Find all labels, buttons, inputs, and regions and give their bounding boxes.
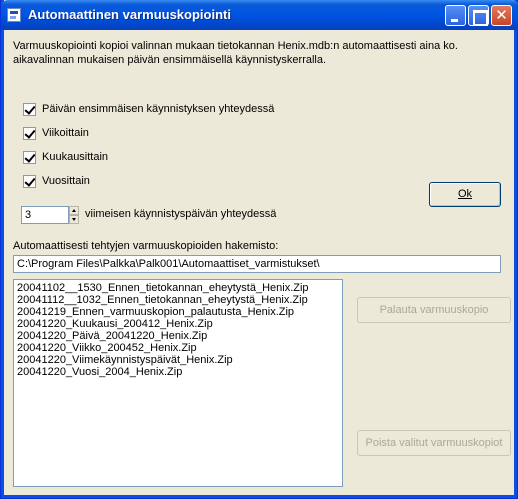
backup-directory-label: Automaattisesti tehtyjen varmuuskopioide… bbox=[13, 240, 279, 252]
checkbox-checked-icon[interactable] bbox=[23, 103, 36, 116]
list-item[interactable]: 20041220_Viimekäynnistyspäivät_Henix.Zip bbox=[17, 354, 339, 366]
delete-selected-backups-button[interactable]: Poista valitut varmuuskopiot bbox=[357, 430, 511, 456]
checkbox-label: Vuosittain bbox=[42, 175, 90, 187]
days-spinner[interactable]: 3 bbox=[21, 206, 79, 224]
list-item[interactable]: 20041220_Vuosi_2004_Henix.Zip bbox=[17, 366, 339, 378]
checkbox-checked-icon[interactable] bbox=[23, 175, 36, 188]
title-bar[interactable]: Automaattinen varmuuskopiointi ✕ bbox=[1, 0, 518, 30]
maximize-button[interactable] bbox=[468, 5, 489, 26]
spinner-up-icon[interactable] bbox=[69, 206, 79, 215]
window-title: Automaattinen varmuuskopiointi bbox=[28, 7, 231, 22]
list-item[interactable]: 20041219_Ennen_varmuuskopion_palautusta_… bbox=[17, 306, 339, 318]
list-item[interactable]: 20041102__1530_Ennen_tietokannan_eheytys… bbox=[17, 282, 339, 294]
app-icon[interactable] bbox=[7, 8, 21, 22]
list-item[interactable]: 20041220_Päivä_20041220_Henix.Zip bbox=[17, 330, 339, 342]
list-item[interactable]: 20041220_Viikko_200452_Henix.Zip bbox=[17, 342, 339, 354]
minimize-button[interactable] bbox=[445, 5, 466, 26]
description-text: Varmuuskopiointi kopioi valinnan mukaan … bbox=[13, 39, 503, 67]
description-line-1: Varmuuskopiointi kopioi valinnan mukaan … bbox=[13, 40, 458, 52]
checkbox-label: Päivän ensimmäisen käynnistyksen yhteyde… bbox=[42, 103, 275, 115]
restore-backup-button[interactable]: Palauta varmuuskopio bbox=[357, 297, 511, 323]
backup-file-list[interactable]: 20041102__1530_Ennen_tietokannan_eheytys… bbox=[13, 279, 343, 487]
close-button[interactable]: ✕ bbox=[491, 5, 512, 26]
ok-button[interactable]: Ok bbox=[429, 182, 501, 207]
description-line-2: aikavalinnan mukaisen päivän ensimmäisel… bbox=[13, 54, 327, 66]
checkbox-label: Kuukausittain bbox=[42, 151, 109, 163]
spinner-down-icon[interactable] bbox=[69, 215, 79, 224]
backup-window: Automaattinen varmuuskopiointi ✕ Varmuus… bbox=[0, 0, 518, 499]
spinner-label: viimeisen käynnistyspäivän yhteydessä bbox=[85, 208, 277, 220]
ok-button-label: Ok bbox=[457, 188, 473, 200]
backup-directory-input[interactable]: C:\Program Files\Palkka\Palk001\Automaat… bbox=[13, 255, 501, 273]
close-icon: ✕ bbox=[495, 7, 508, 24]
checkbox-checked-icon[interactable] bbox=[23, 151, 36, 164]
days-spinner-input[interactable]: 3 bbox=[21, 206, 69, 224]
list-item[interactable]: 20041112__1032_Ennen_tietokannan_eheytys… bbox=[17, 294, 339, 306]
checkbox-checked-icon[interactable] bbox=[23, 127, 36, 140]
list-item[interactable]: 20041220_Kuukausi_200412_Henix.Zip bbox=[17, 318, 339, 330]
checkbox-label: Viikoittain bbox=[42, 127, 89, 139]
